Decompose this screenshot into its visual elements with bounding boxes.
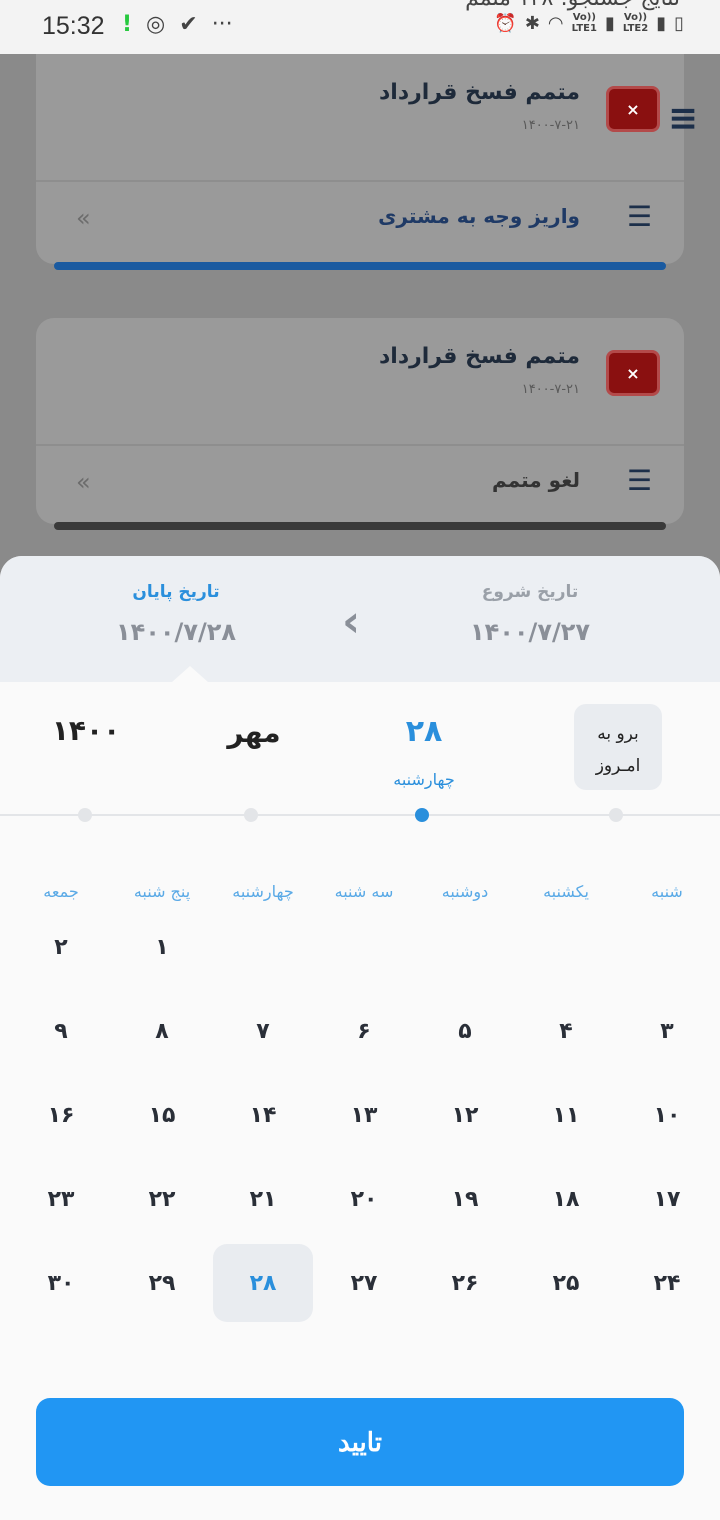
steps-icon: ☰ bbox=[626, 464, 652, 497]
amendment-card[interactable]: × متمم فسخ قرارداد ۱۴۰۰-۷-۲۱ ☰ لغو متمم … bbox=[36, 318, 684, 530]
divider bbox=[36, 180, 684, 182]
calendar-day[interactable]: ۲۳ bbox=[11, 1160, 111, 1238]
calendar-day[interactable]: ۲۰ bbox=[314, 1160, 414, 1238]
calendar-day[interactable]: ۶ bbox=[314, 992, 414, 1070]
calendar-day[interactable]: ۱۶ bbox=[11, 1076, 111, 1154]
chevron-left-icon[interactable]: « bbox=[76, 204, 91, 232]
more-icon: ··· bbox=[211, 12, 233, 37]
calendar-day[interactable]: ۳ bbox=[617, 992, 717, 1070]
signal-icon: ▮ bbox=[604, 12, 615, 34]
card-title: متمم فسخ قرارداد bbox=[379, 344, 580, 369]
top-cut-text: نتایج جستجو: ۱۲۸ متمم bbox=[465, 0, 680, 11]
selected-month[interactable]: مهر bbox=[206, 716, 302, 749]
calendar-day[interactable]: ۱۰ bbox=[617, 1076, 717, 1154]
slider-dot[interactable] bbox=[244, 808, 258, 822]
lte2-signal-icon: Vo)) LTE2 bbox=[622, 12, 649, 34]
signal-icon: ▮ bbox=[656, 12, 667, 34]
card-action-label[interactable]: لغو متمم bbox=[492, 468, 580, 492]
battery-icon: ▯ bbox=[674, 12, 684, 34]
calendar-day[interactable]: ۷ bbox=[213, 992, 313, 1070]
amendment-card[interactable]: × متمم فسخ قرارداد ۱۴۰۰-۷-۲۱ ☰ واریز وجه… bbox=[36, 54, 684, 270]
calendar-day[interactable]: ۲۱ bbox=[213, 1160, 313, 1238]
calendar-day[interactable]: ۸ bbox=[112, 992, 212, 1070]
card-date: ۱۴۰۰-۷-۲۱ bbox=[521, 382, 580, 397]
calendar-day[interactable]: ۱۸ bbox=[516, 1160, 616, 1238]
calendar-day[interactable]: ۱۳ bbox=[314, 1076, 414, 1154]
selected-day[interactable]: ۲۸ bbox=[376, 714, 472, 749]
check-icon: ✔ bbox=[179, 12, 198, 37]
end-date-value: ۱۴۰۰/۷/۲۸ bbox=[115, 618, 237, 646]
end-date-label: تاریخ پایان bbox=[132, 582, 220, 602]
card-date: ۱۴۰۰-۷-۲۱ bbox=[521, 118, 580, 133]
calendar-day[interactable]: ۲۹ bbox=[112, 1244, 212, 1322]
weekday-label: دوشنبه bbox=[441, 882, 489, 901]
notification-icons: ! ◎ ✔ ··· bbox=[122, 12, 233, 37]
menu-icon[interactable]: ≡ bbox=[668, 98, 698, 139]
calendar-day[interactable]: ۳۰ bbox=[11, 1244, 111, 1322]
weekday-label: پنج شنبه bbox=[133, 882, 191, 901]
alert-icon: ! bbox=[122, 12, 133, 37]
calendar-day[interactable]: ۵ bbox=[415, 992, 515, 1070]
calendar-grid: ۱ ۲ ۳ ۴ ۵ ۶ ۷ ۸ ۹ ۱۰ ۱۱ ۱۲ ۱۳ ۱۴ ۱۵ ۱۶ ۱۷ ۱۸ ۱۹ ۲۰ ۲۱ ۲۲ ۲۳ ۲۴ ۲… bbox=[0, 908, 720, 1328]
calendar-day[interactable]: ۱۷ bbox=[617, 1160, 717, 1238]
close-badge-icon: × bbox=[606, 86, 660, 132]
calendar-day[interactable]: ۲۲ bbox=[112, 1160, 212, 1238]
calendar-day[interactable]: ۱۱ bbox=[516, 1076, 616, 1154]
start-date-tab[interactable]: تاریخ شروع ۱۴۰۰/۷/۲۷ bbox=[420, 582, 640, 646]
bluetooth-icon: ✱ bbox=[524, 12, 540, 34]
selected-weekday: چهارشنبه bbox=[393, 770, 455, 789]
go-to-today-button[interactable]: برو به امـروز bbox=[574, 704, 662, 790]
calendar-day[interactable]: ۱۹ bbox=[415, 1160, 515, 1238]
slider-dot-active[interactable] bbox=[415, 808, 429, 822]
start-date-value: ۱۴۰۰/۷/۲۷ bbox=[469, 618, 591, 646]
calendar-day[interactable]: ۴ bbox=[516, 992, 616, 1070]
divider bbox=[36, 444, 684, 446]
selected-year[interactable]: ۱۴۰۰ bbox=[36, 714, 136, 747]
status-bar: نتایج جستجو: ۱۲۸ متمم 15:32 ! ◎ ✔ ··· ⏰ … bbox=[0, 0, 720, 54]
steps-icon: ☰ bbox=[626, 200, 652, 233]
calendar-day[interactable]: ۹ bbox=[11, 992, 111, 1070]
end-date-tab[interactable]: تاریخ پایان ۱۴۰۰/۷/۲۸ bbox=[66, 582, 286, 646]
status-time: 15:32 bbox=[42, 12, 105, 40]
weekday-label: یکشنبه bbox=[543, 882, 589, 901]
card-action-label[interactable]: واریز وجه به مشتری bbox=[378, 204, 580, 228]
calendar-day-selected[interactable]: ۲۸ bbox=[213, 1244, 313, 1322]
wifi-icon: ◠ bbox=[547, 12, 564, 34]
weekday-label: جمعه bbox=[43, 882, 79, 901]
lte1-signal-icon: Vo)) LTE1 bbox=[571, 12, 597, 34]
start-date-label: تاریخ شروع bbox=[481, 582, 579, 602]
slider-dot[interactable] bbox=[609, 808, 623, 822]
calendar-day[interactable]: ۲۶ bbox=[415, 1244, 515, 1322]
system-icons: ⏰ ✱ ◠ Vo)) LTE1 ▮ Vo)) LTE2 ▮ ▯ bbox=[494, 12, 684, 34]
instagram-icon: ◎ bbox=[146, 12, 166, 37]
calendar-day[interactable]: ۱۴ bbox=[213, 1076, 313, 1154]
close-badge-icon: × bbox=[606, 350, 660, 396]
date-range-sheet: تاریخ شروع ۱۴۰۰/۷/۲۷ ‹ تاریخ پایان ۱۴۰۰/… bbox=[0, 556, 720, 1520]
card-status-bar bbox=[54, 522, 666, 530]
calendar-day[interactable]: ۱۲ bbox=[415, 1076, 515, 1154]
alarm-icon: ⏰ bbox=[494, 12, 517, 34]
calendar-day[interactable]: ۱۵ bbox=[112, 1076, 212, 1154]
weekday-label: شنبه bbox=[651, 882, 683, 901]
chevron-left-icon: ‹ bbox=[342, 596, 361, 647]
weekday-label: چهارشنبه bbox=[232, 882, 294, 901]
calendar-day[interactable]: ۲۴ bbox=[617, 1244, 717, 1322]
card-title: متمم فسخ قرارداد bbox=[379, 80, 580, 105]
background-list: × متمم فسخ قرارداد ۱۴۰۰-۷-۲۱ ☰ واریز وجه… bbox=[0, 54, 720, 574]
chevron-left-icon[interactable]: « bbox=[76, 468, 91, 496]
calendar-day[interactable]: ۲۵ bbox=[516, 1244, 616, 1322]
card-status-bar bbox=[54, 262, 666, 270]
calendar-day[interactable]: ۲ bbox=[11, 908, 111, 986]
slider-dot[interactable] bbox=[78, 808, 92, 822]
range-header: تاریخ شروع ۱۴۰۰/۷/۲۷ ‹ تاریخ پایان ۱۴۰۰/… bbox=[0, 556, 720, 682]
tab-pointer bbox=[172, 666, 208, 682]
weekday-label: سه شنبه bbox=[334, 882, 394, 901]
calendar-day[interactable]: ۱ bbox=[112, 908, 212, 986]
confirm-button[interactable]: تایید bbox=[36, 1398, 684, 1486]
calendar-day[interactable]: ۲۷ bbox=[314, 1244, 414, 1322]
